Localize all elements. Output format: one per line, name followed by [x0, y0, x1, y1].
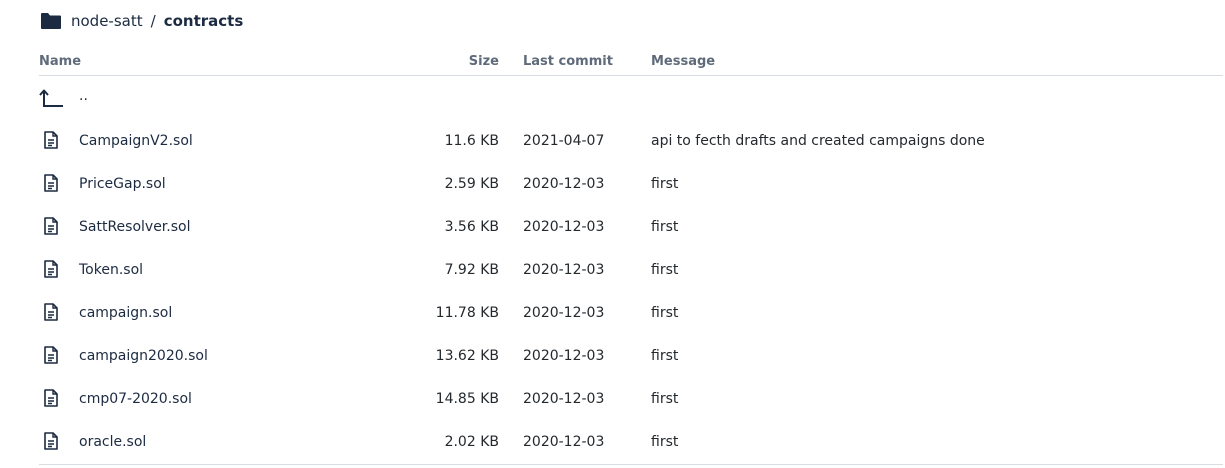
- table-bottom-divider: [39, 464, 1223, 465]
- file-name-link[interactable]: campaign2020.sol: [79, 348, 208, 364]
- file-last-commit: 2020-12-03: [523, 262, 605, 278]
- header-message[interactable]: Message: [651, 54, 715, 69]
- file-last-commit: 2020-12-03: [523, 348, 605, 364]
- breadcrumb-separator: /: [150, 12, 156, 30]
- parent-directory-link[interactable]: ..: [79, 88, 88, 104]
- file-last-commit: 2020-12-03: [523, 391, 605, 407]
- table-row[interactable]: SattResolver.sol 3.56 KB 2020-12-03 firs…: [39, 205, 1223, 248]
- table-row[interactable]: cmp07-2020.sol 14.85 KB 2020-12-03 first: [39, 377, 1223, 420]
- table-row[interactable]: CampaignV2.sol 11.6 KB 2021-04-07 api to…: [39, 119, 1223, 162]
- file-size: 13.62 KB: [435, 348, 499, 364]
- file-commit-message[interactable]: first: [651, 176, 678, 192]
- file-size: 3.56 KB: [444, 219, 499, 235]
- file-size: 14.85 KB: [435, 391, 499, 407]
- file-last-commit: 2020-12-03: [523, 176, 605, 192]
- file-name-link[interactable]: PriceGap.sol: [79, 176, 166, 192]
- header-size[interactable]: Size: [469, 54, 499, 69]
- table-header: Name Size Last commit Message: [39, 50, 1223, 76]
- file-commit-message[interactable]: api to fecth drafts and created campaign…: [651, 133, 985, 149]
- file-commit-message[interactable]: first: [651, 219, 678, 235]
- file-size: 11.6 KB: [444, 133, 499, 149]
- file-icon: [43, 432, 59, 450]
- table-row[interactable]: oracle.sol 2.02 KB 2020-12-03 first: [39, 420, 1223, 463]
- file-name-link[interactable]: cmp07-2020.sol: [79, 391, 192, 407]
- file-commit-message[interactable]: first: [651, 348, 678, 364]
- file-commit-message[interactable]: first: [651, 262, 678, 278]
- file-icon: [43, 174, 59, 192]
- file-size: 2.59 KB: [444, 176, 499, 192]
- table-row[interactable]: PriceGap.sol 2.59 KB 2020-12-03 first: [39, 162, 1223, 205]
- file-last-commit: 2020-12-03: [523, 434, 605, 450]
- file-icon: [43, 260, 59, 278]
- file-name-link[interactable]: SattResolver.sol: [79, 219, 190, 235]
- table-row[interactable]: campaign2020.sol 13.62 KB 2020-12-03 fir…: [39, 334, 1223, 377]
- file-icon: [43, 131, 59, 149]
- file-name-link[interactable]: Token.sol: [79, 262, 143, 278]
- file-commit-message[interactable]: first: [651, 391, 678, 407]
- header-name[interactable]: Name: [39, 54, 81, 69]
- breadcrumb-current-folder: contracts: [163, 12, 244, 30]
- breadcrumb-repo-link[interactable]: node-satt: [71, 12, 143, 30]
- header-last-commit[interactable]: Last commit: [523, 54, 613, 69]
- table-row[interactable]: Token.sol 7.92 KB 2020-12-03 first: [39, 248, 1223, 291]
- file-table: Name Size Last commit Message .. Campaig…: [39, 50, 1223, 463]
- file-name-link[interactable]: oracle.sol: [79, 434, 146, 450]
- file-size: 2.02 KB: [444, 434, 499, 450]
- table-row[interactable]: campaign.sol 11.78 KB 2020-12-03 first: [39, 291, 1223, 334]
- file-size: 7.92 KB: [444, 262, 499, 278]
- file-commit-message[interactable]: first: [651, 305, 678, 321]
- file-commit-message[interactable]: first: [651, 434, 678, 450]
- file-last-commit: 2020-12-03: [523, 305, 605, 321]
- file-icon: [43, 217, 59, 235]
- parent-directory-icon: [39, 88, 65, 108]
- file-last-commit: 2020-12-03: [523, 219, 605, 235]
- file-icon: [43, 346, 59, 364]
- file-icon: [43, 389, 59, 407]
- file-name-link[interactable]: campaign.sol: [79, 305, 172, 321]
- file-size: 11.78 KB: [435, 305, 499, 321]
- file-icon: [43, 303, 59, 321]
- file-name-link[interactable]: CampaignV2.sol: [79, 133, 193, 149]
- folder-icon: [40, 12, 62, 30]
- breadcrumb: node-satt / contracts: [40, 9, 243, 33]
- parent-directory-row[interactable]: ..: [39, 76, 1223, 119]
- file-last-commit: 2021-04-07: [523, 133, 605, 149]
